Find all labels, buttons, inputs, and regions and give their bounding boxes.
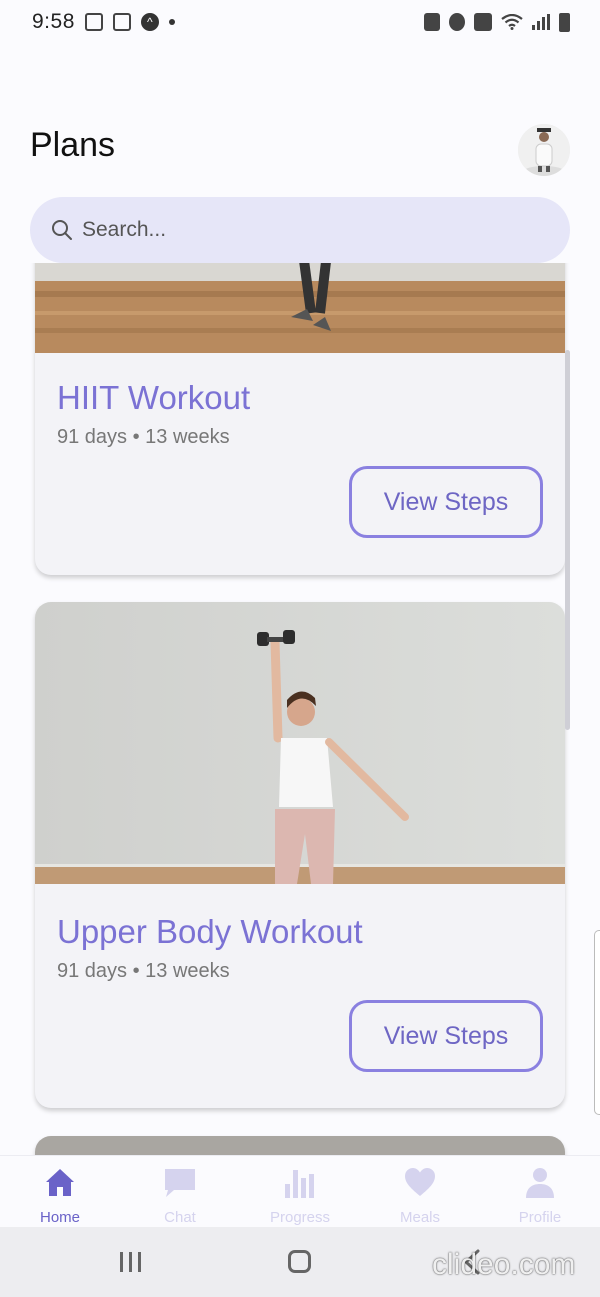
bottom-nav: Home Chat Progress Meals Profile: [0, 1155, 600, 1227]
edge-panel-handle[interactable]: [594, 930, 600, 1115]
plan-image: [35, 263, 565, 353]
view-steps-button[interactable]: View Steps: [349, 1000, 543, 1072]
nav-label: Progress: [269, 1209, 331, 1226]
avatar-image: [518, 124, 570, 176]
search-icon: [52, 220, 72, 240]
screenshot-icon: [84, 13, 103, 31]
signal-icon: [532, 14, 550, 30]
nav-profile[interactable]: Profile: [480, 1156, 600, 1227]
more-notifications-icon: [168, 19, 175, 25]
alarm-icon: [449, 13, 465, 31]
plan-duration: 91 days • 13 weeks: [57, 426, 230, 448]
home-icon: [46, 1169, 74, 1196]
mute-icon: [474, 13, 492, 31]
person-icon: [526, 1168, 554, 1198]
plan-card[interactable]: HIIT Workout 91 days • 13 weeks View Ste…: [35, 263, 565, 575]
recents-icon[interactable]: [120, 1252, 141, 1272]
plans-list[interactable]: HIIT Workout 91 days • 13 weeks View Ste…: [0, 263, 600, 1155]
page-title: Plans: [30, 126, 116, 164]
plan-image: [35, 602, 565, 884]
watermark: clideo.com: [432, 1248, 576, 1281]
plan-card[interactable]: [35, 1136, 565, 1155]
nav-label: Chat: [164, 1209, 196, 1226]
nav-label: Meals: [399, 1209, 440, 1226]
status-time: 9:58: [32, 10, 75, 33]
avatar[interactable]: [518, 124, 570, 176]
status-bar: 9:58 ^: [0, 0, 600, 44]
plan-title: Upper Body Workout: [57, 913, 363, 950]
search-bar[interactable]: [30, 197, 570, 263]
plan-duration: 91 days • 13 weeks: [57, 960, 230, 982]
plan-title: HIIT Workout: [57, 379, 251, 416]
status-right: [424, 12, 570, 32]
battery-icon: [559, 12, 570, 32]
view-steps-button[interactable]: View Steps: [349, 466, 543, 538]
nav-meals[interactable]: Meals: [360, 1156, 480, 1227]
heart-icon: [405, 1168, 435, 1196]
chat-icon: [165, 1169, 195, 1197]
plan-image: [35, 1136, 565, 1155]
nav-progress[interactable]: Progress: [240, 1156, 360, 1227]
scrollbar[interactable]: [565, 350, 570, 730]
bar-chart-icon: [285, 1170, 314, 1198]
wifi-icon: [501, 14, 523, 30]
nav-chat[interactable]: Chat: [120, 1156, 240, 1227]
nav-label: Profile: [518, 1209, 562, 1226]
nav-label: Home: [39, 1209, 80, 1226]
screen-record-icon: [112, 13, 131, 31]
app-notification-icon: ^: [140, 13, 159, 31]
plan-card[interactable]: Upper Body Workout 91 days • 13 weeks Vi…: [35, 602, 565, 1108]
nav-home[interactable]: Home: [0, 1156, 120, 1227]
status-left: 9:58 ^: [32, 10, 175, 34]
battery-saver-icon: [424, 13, 440, 31]
home-button-icon[interactable]: [288, 1250, 311, 1273]
search-input[interactable]: [82, 218, 542, 242]
